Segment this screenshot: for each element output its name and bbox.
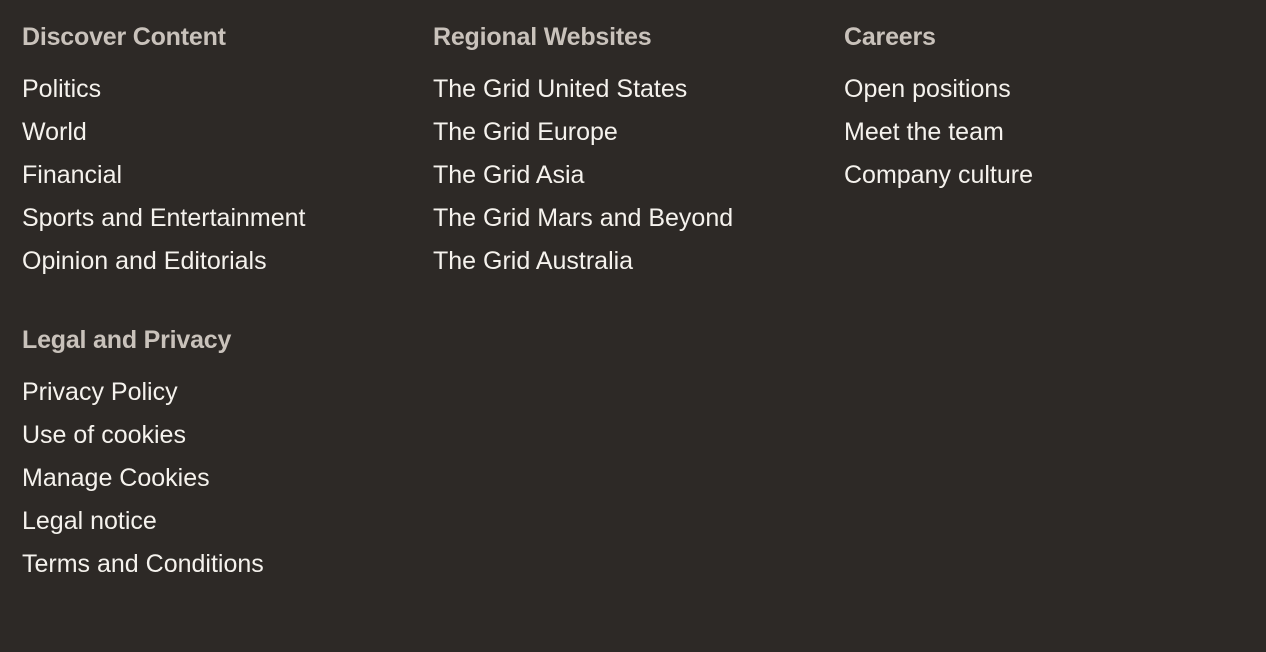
section-heading-regional-websites: Regional Websites [433,23,652,51]
list-item: Opinion and Editorials [22,240,393,283]
list-item: The Grid Asia [433,154,804,197]
footer-link-terms-and-conditions[interactable]: Terms and Conditions [22,543,393,586]
list-item: Manage Cookies [22,457,393,500]
link-list-careers: Open positions Meet the team Company cul… [844,68,1215,197]
footer-link-open-positions[interactable]: Open positions [844,68,1215,111]
link-list-legal-and-privacy: Privacy Policy Use of cookies Manage Coo… [22,371,393,586]
footer-empty-cell [822,283,1233,586]
list-item: Financial [22,154,393,197]
list-item: Company culture [844,154,1215,197]
list-item: Terms and Conditions [22,543,393,586]
footer-section-careers: Careers Open positions Meet the team Com… [822,22,1233,283]
list-item: Legal notice [22,500,393,543]
footer-link-use-of-cookies[interactable]: Use of cookies [22,414,393,457]
footer-link-opinion-and-editorials[interactable]: Opinion and Editorials [22,240,393,283]
footer-link-the-grid-united-states[interactable]: The Grid United States [433,68,804,111]
list-item: The Grid Europe [433,111,804,154]
list-item: Use of cookies [22,414,393,457]
footer-section-regional-websites: Regional Websites The Grid United States… [411,22,822,283]
footer-link-financial[interactable]: Financial [22,154,393,197]
section-heading-legal-and-privacy: Legal and Privacy [22,326,232,354]
link-list-regional-websites: The Grid United States The Grid Europe T… [433,68,804,283]
footer-link-meet-the-team[interactable]: Meet the team [844,111,1215,154]
footer-link-world[interactable]: World [22,111,393,154]
footer-section-legal-and-privacy: Legal and Privacy Privacy Policy Use of … [0,283,411,586]
list-item: Meet the team [844,111,1215,154]
section-heading-discover-content: Discover Content [22,23,226,51]
footer-link-the-grid-asia[interactable]: The Grid Asia [433,154,804,197]
footer-link-the-grid-mars-and-beyond[interactable]: The Grid Mars and Beyond [433,197,804,240]
footer-link-privacy-policy[interactable]: Privacy Policy [22,371,393,414]
footer-link-manage-cookies[interactable]: Manage Cookies [22,457,393,500]
footer-link-columns: Discover Content Politics World Financia… [0,22,1266,586]
link-list-discover-content: Politics World Financial Sports and Ente… [22,68,393,283]
section-heading-careers: Careers [844,23,936,51]
list-item: Privacy Policy [22,371,393,414]
list-item: Politics [22,68,393,111]
list-item: The Grid Mars and Beyond [433,197,804,240]
footer-link-company-culture[interactable]: Company culture [844,154,1215,197]
footer-link-sports-and-entertainment[interactable]: Sports and Entertainment [22,197,393,240]
list-item: Open positions [844,68,1215,111]
list-item: The Grid Australia [433,240,804,283]
site-footer-navigation: Discover Content Politics World Financia… [0,0,1266,652]
footer-link-the-grid-australia[interactable]: The Grid Australia [433,240,804,283]
footer-link-the-grid-europe[interactable]: The Grid Europe [433,111,804,154]
footer-link-legal-notice[interactable]: Legal notice [22,500,393,543]
list-item: Sports and Entertainment [22,197,393,240]
footer-link-politics[interactable]: Politics [22,68,393,111]
list-item: World [22,111,393,154]
footer-section-discover-content: Discover Content Politics World Financia… [0,22,411,283]
list-item: The Grid United States [433,68,804,111]
footer-empty-cell [411,283,822,586]
